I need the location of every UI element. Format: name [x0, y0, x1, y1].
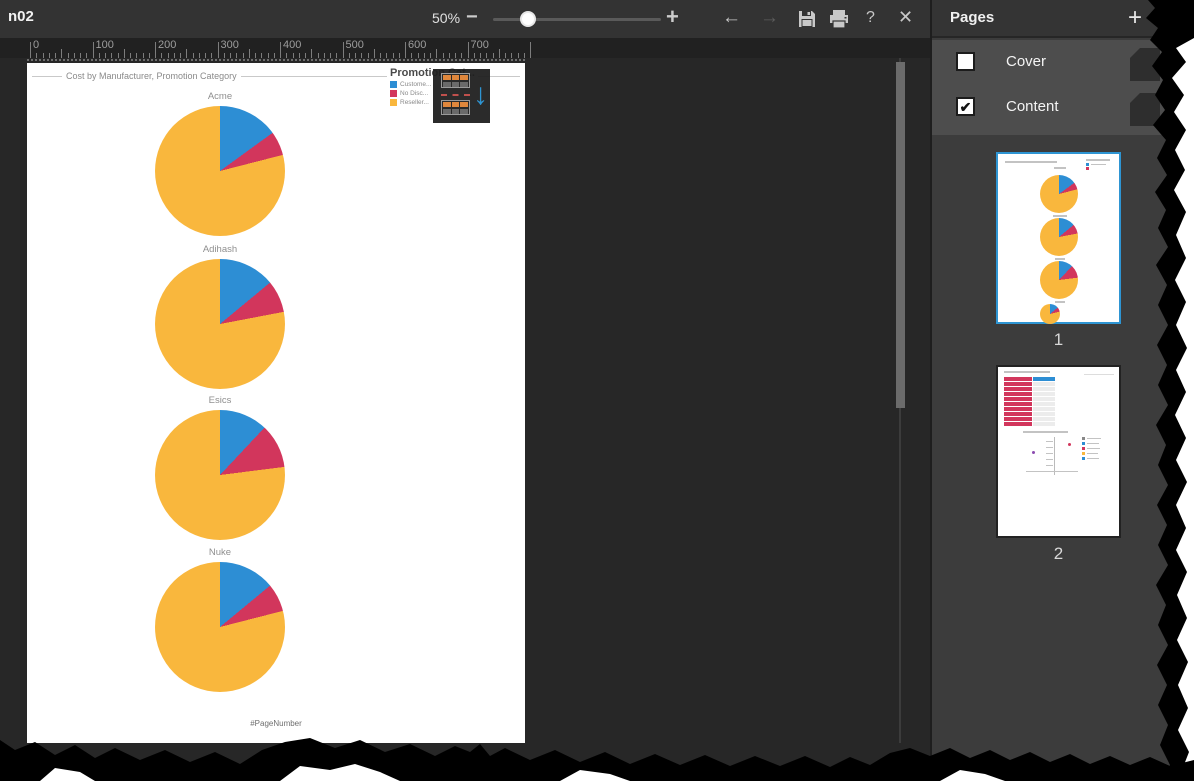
page-doc-icon: [1130, 93, 1160, 126]
ruler-tick: [155, 42, 156, 58]
content-checkbox[interactable]: ✔: [956, 97, 975, 116]
close-icon[interactable]: ✕: [898, 7, 913, 28]
ruler-tick-label: 600: [408, 39, 426, 51]
ruler-tick-label: 700: [471, 39, 489, 51]
page-row-label: Content: [1006, 98, 1059, 115]
dashed-separator-icon: [441, 94, 470, 96]
pie-chart-esics[interactable]: [155, 410, 285, 540]
ruler-tick: [186, 49, 187, 58]
ruler-tick: [280, 42, 281, 58]
chart-title: Cost by Manufacturer, Promotion Category: [62, 71, 241, 81]
drag-data-icon[interactable]: ↓: [433, 69, 490, 123]
ruler-tick: [61, 49, 62, 58]
ruler-tick-label: 300: [221, 39, 239, 51]
page-thumbnails: 1: [932, 140, 1194, 781]
mini-marker: [1068, 443, 1071, 446]
ruler-tick: [93, 42, 94, 58]
arrow-down-icon: ↓: [473, 75, 488, 115]
ruler-tick: [436, 49, 437, 58]
horizontal-ruler: 0 100 200 300 400 500 600 700: [0, 38, 930, 58]
pie-section-nuke[interactable]: Nuke: [27, 547, 413, 692]
ruler-tick: [405, 42, 406, 58]
ruler-tick: [218, 42, 219, 58]
table-glyph-icon: [441, 73, 470, 88]
cover-checkbox[interactable]: [956, 52, 975, 71]
ruler-tick-label: 0: [33, 39, 39, 51]
ruler-tick-label: 400: [283, 39, 301, 51]
pie-category-label: Adihash: [27, 244, 413, 255]
page-row-cover[interactable]: Cover: [932, 48, 1194, 86]
thumbnail-1-number: 1: [996, 330, 1121, 350]
pie-category-label: Esics: [27, 395, 413, 406]
print-icon[interactable]: [828, 9, 850, 35]
pie-chart-adihash[interactable]: [155, 259, 285, 389]
mini-legend-chip: [1086, 163, 1089, 166]
window-title: n02: [8, 8, 34, 25]
zoom-in-button[interactable]: +: [666, 4, 679, 30]
pie-category-label: Nuke: [27, 547, 413, 558]
mini-pie-nuke: [1040, 304, 1060, 324]
pages-panel-title: Pages: [950, 9, 994, 26]
page-row-content[interactable]: ✔ Content: [932, 93, 1194, 131]
ruler-tick: [249, 49, 250, 58]
pages-panel-header: Pages +: [932, 0, 1194, 38]
app-window: n02 50% − + ← → ? ✕ 0 100 200 300 400 500 600 7…: [0, 0, 1194, 781]
mini-marker: [1032, 451, 1035, 454]
ruler-tick: [374, 49, 375, 58]
pie-chart-nuke[interactable]: [155, 562, 285, 692]
thumbnail-page-2[interactable]: [996, 365, 1121, 538]
thumbnail-page-1[interactable]: [996, 152, 1121, 324]
add-page-button[interactable]: +: [1128, 4, 1142, 32]
pie-chart-acme[interactable]: [155, 106, 285, 236]
ruler-tick: [499, 49, 500, 58]
ruler-tick-label: 100: [96, 39, 114, 51]
back-arrow-icon[interactable]: ←: [722, 7, 741, 29]
mini-pie-acme: [1040, 175, 1078, 213]
pie-category-label: Acme: [27, 91, 413, 102]
report-page[interactable]: Cost by Manufacturer, Promotion Category…: [27, 63, 525, 743]
legend-chip-customer: [390, 81, 397, 88]
ruler-tick: [530, 42, 531, 58]
pages-panel: Pages + Cover ✔ Content: [930, 0, 1194, 781]
zoom-level-value: 50%: [432, 10, 460, 26]
ruler-tick: [311, 49, 312, 58]
ruler-tick-label: 200: [158, 39, 176, 51]
mini-pie-esics: [1040, 261, 1078, 299]
thumbnail-2-number: 2: [996, 544, 1121, 564]
table-glyph-icon: [441, 100, 470, 115]
toolbar: n02 50% − + ← → ? ✕: [0, 0, 930, 38]
pie-section-acme[interactable]: Acme: [27, 91, 413, 236]
ruler-tick: [30, 42, 31, 58]
mini-legend-chip: [1086, 167, 1089, 170]
pie-section-esics[interactable]: Esics: [27, 395, 413, 540]
page-row-label: Cover: [1006, 53, 1046, 70]
vertical-scrollbar-thumb[interactable]: [896, 62, 905, 408]
ruler-tick: [124, 49, 125, 58]
help-button[interactable]: ?: [866, 9, 875, 27]
mini-pie-adihash: [1040, 218, 1078, 256]
zoom-slider[interactable]: [493, 18, 661, 21]
ruler-tick: [468, 42, 469, 58]
save-icon[interactable]: [797, 9, 817, 35]
ruler-tick-label: 500: [346, 39, 364, 51]
page-doc-icon: [1130, 48, 1160, 81]
page-number-placeholder: #PageNumber: [27, 719, 525, 728]
zoom-out-button[interactable]: −: [466, 6, 478, 29]
report-canvas: Cost by Manufacturer, Promotion Category…: [0, 58, 930, 781]
zoom-slider-thumb[interactable]: [520, 11, 536, 27]
forward-arrow-icon: →: [760, 7, 779, 29]
ruler-tick: [343, 42, 344, 58]
page-list: Cover ✔ Content: [932, 40, 1194, 135]
page-boundary-dotted-line: [27, 59, 525, 61]
pie-section-adihash[interactable]: Adihash: [27, 244, 413, 389]
